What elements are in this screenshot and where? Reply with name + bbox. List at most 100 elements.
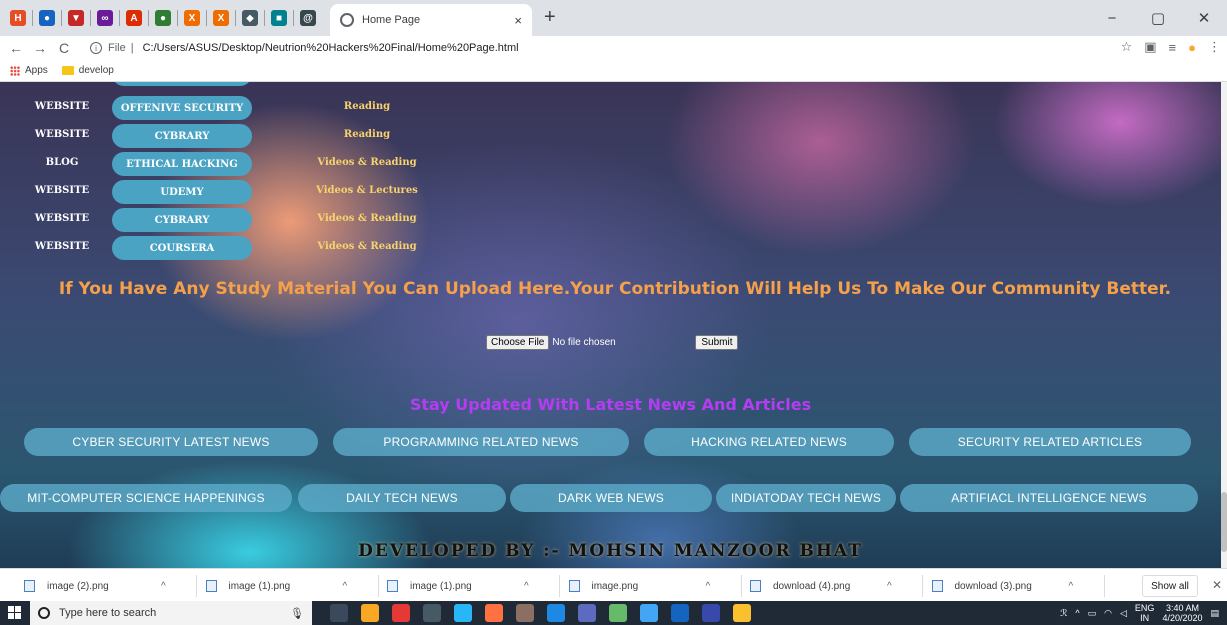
- chevron-up-icon[interactable]: ^: [161, 581, 166, 592]
- resource-link[interactable]: CYBRARY: [112, 124, 252, 148]
- clock[interactable]: 3:40 AM 4/20/2020: [1162, 603, 1202, 623]
- taskbar-app-icon[interactable]: [423, 604, 441, 622]
- language-indicator[interactable]: ENG IN: [1135, 603, 1155, 623]
- microphone-icon[interactable]: 🎙: [290, 607, 304, 620]
- news-link-daily-tech[interactable]: DAILY TECH NEWS: [298, 484, 506, 512]
- taskbar-app-icon[interactable]: [516, 604, 534, 622]
- taskbar-app-icon[interactable]: [454, 604, 472, 622]
- taskbar-app-icon[interactable]: [330, 604, 348, 622]
- star-icon[interactable]: ☆: [1121, 39, 1133, 55]
- resource-pill-partial[interactable]: [112, 82, 252, 86]
- taskbar-app-icon[interactable]: [578, 604, 596, 622]
- menu-icon[interactable]: ⋮: [1208, 39, 1221, 55]
- language-code: ENG: [1134, 603, 1155, 613]
- chevron-up-icon[interactable]: ^: [706, 581, 711, 592]
- shield-icon[interactable]: ▼: [68, 10, 84, 26]
- back-button[interactable]: ←: [4, 40, 28, 56]
- download-item[interactable]: image (2).png ^: [24, 577, 166, 595]
- wifi-icon[interactable]: ◠: [1104, 608, 1112, 619]
- resource-link[interactable]: CYBRARY: [112, 208, 252, 232]
- resource-row: WEBSITE UDEMY Videos & Lectures: [0, 180, 600, 204]
- taskbar-app-icon[interactable]: [392, 604, 410, 622]
- extension-icon[interactable]: ▣: [1144, 39, 1156, 55]
- battery-icon[interactable]: ▭: [1088, 608, 1097, 619]
- submit-button[interactable]: Submit: [695, 335, 739, 350]
- taskbar-search-input[interactable]: Type here to search 🎙: [30, 601, 312, 625]
- resource-link[interactable]: ETHICAL HACKING: [112, 152, 252, 176]
- html-icon[interactable]: H: [10, 10, 26, 26]
- taskbar-app-icon[interactable]: [547, 604, 565, 622]
- choose-file-button[interactable]: Choose File: [486, 335, 550, 350]
- clock-date: 4/20/2020: [1162, 613, 1203, 623]
- reload-button[interactable]: C: [52, 40, 76, 56]
- chevron-up-icon[interactable]: ^: [1069, 581, 1074, 592]
- taskbar-app-icon[interactable]: [361, 604, 379, 622]
- minimize-button[interactable]: −: [1089, 10, 1135, 27]
- circle-icon[interactable]: ●: [39, 10, 55, 26]
- info-icon[interactable]: i: [90, 42, 102, 54]
- bookmark-apps[interactable]: Apps: [10, 65, 48, 76]
- chevron-up-icon[interactable]: ^: [1075, 608, 1079, 618]
- news-link-indiatoday[interactable]: INDIATODAY TECH NEWS: [716, 484, 896, 512]
- address-bar[interactable]: i File | C:/Users/ASUS/Desktop/Neutrion%…: [90, 38, 1090, 58]
- whatsapp-icon[interactable]: ●: [155, 10, 171, 26]
- resource-link[interactable]: UDEMY: [112, 180, 252, 204]
- developer-credit: DEVELOPED BY :- MOHSIN MANZOOR BHAT: [358, 541, 863, 561]
- news-link-programming[interactable]: PROGRAMMING RELATED NEWS: [333, 428, 629, 456]
- notifications-icon[interactable]: ▤: [1210, 608, 1219, 619]
- download-item[interactable]: download (3).png ^: [931, 577, 1074, 595]
- news-link-security-articles[interactable]: SECURITY RELATED ARTICLES: [909, 428, 1191, 456]
- windows-start-icon[interactable]: [8, 606, 21, 619]
- tab-separator: [119, 10, 120, 26]
- profile-avatar-icon[interactable]: ●: [1188, 40, 1196, 55]
- close-downloads-icon[interactable]: ✕: [1212, 578, 1222, 592]
- page-scrollbar[interactable]: [1221, 82, 1227, 568]
- news-link-ai[interactable]: ARTIFIACL INTELLIGENCE NEWS: [900, 484, 1198, 512]
- resource-link[interactable]: COURSERA: [112, 236, 252, 260]
- scrollbar-thumb[interactable]: [1221, 492, 1227, 552]
- infinity-icon[interactable]: ∞: [97, 10, 113, 26]
- maximize-button[interactable]: ▢: [1135, 9, 1181, 27]
- resource-format: Videos & Reading: [317, 213, 417, 224]
- news-link-mit-cs[interactable]: MIT-COMPUTER SCIENCE HAPPENINGS: [0, 484, 292, 512]
- chevron-up-icon[interactable]: ^: [524, 581, 529, 592]
- volume-icon[interactable]: ◁: [1120, 608, 1127, 619]
- chevron-up-icon[interactable]: ^: [343, 581, 348, 592]
- search-placeholder: Type here to search: [59, 607, 157, 619]
- window-controls: − ▢ ✕: [1089, 0, 1227, 36]
- taskbar-app-icon[interactable]: [485, 604, 503, 622]
- show-all-button[interactable]: Show all: [1142, 575, 1198, 597]
- chevron-up-icon[interactable]: ^: [887, 581, 892, 592]
- angular-icon[interactable]: A: [126, 10, 142, 26]
- download-item[interactable]: download (4).png ^: [750, 577, 892, 595]
- tab-separator: [293, 10, 294, 26]
- tab-home-page[interactable]: Home Page ×: [330, 4, 532, 36]
- tab-close-icon[interactable]: ×: [514, 13, 522, 28]
- taskbar-app-icon[interactable]: [671, 604, 689, 622]
- square-icon[interactable]: ■: [271, 10, 287, 26]
- resource-type: WEBSITE: [34, 241, 90, 252]
- x-icon[interactable]: X: [184, 10, 200, 26]
- download-item[interactable]: image.png ^: [568, 577, 711, 595]
- close-window-button[interactable]: ✕: [1181, 9, 1227, 27]
- download-item[interactable]: image (1).png ^: [387, 577, 529, 595]
- diamond-icon[interactable]: ◆: [242, 10, 258, 26]
- news-link-dark-web[interactable]: DARK WEB NEWS: [510, 484, 712, 512]
- taskbar-app-icon[interactable]: [733, 604, 751, 622]
- taskbar-app-icon[interactable]: [609, 604, 627, 622]
- at-icon[interactable]: @: [300, 10, 316, 26]
- news-link-cyber-security[interactable]: CYBER SECURITY LATEST NEWS: [24, 428, 318, 456]
- reading-list-icon[interactable]: ≡: [1169, 40, 1177, 55]
- download-item[interactable]: image (1).png ^: [205, 577, 348, 595]
- pinned-tabs: H ● ▼ ∞ A ● X X ◆ ■ @: [6, 8, 320, 28]
- forward-button[interactable]: →: [28, 40, 52, 56]
- people-icon[interactable]: ℛ: [1060, 608, 1067, 619]
- news-link-hacking[interactable]: HACKING RELATED NEWS: [644, 428, 894, 456]
- x-icon[interactable]: X: [213, 10, 229, 26]
- web-page: WEBSITE OFFENIVE SECURITY Reading WEBSITE CY…: [0, 82, 1221, 568]
- bookmark-develop[interactable]: develop: [61, 65, 114, 76]
- new-tab-button[interactable]: +: [544, 7, 556, 27]
- resource-link[interactable]: OFFENIVE SECURITY: [112, 96, 252, 120]
- taskbar-app-icon[interactable]: [702, 604, 720, 622]
- taskbar-app-icon[interactable]: [640, 604, 658, 622]
